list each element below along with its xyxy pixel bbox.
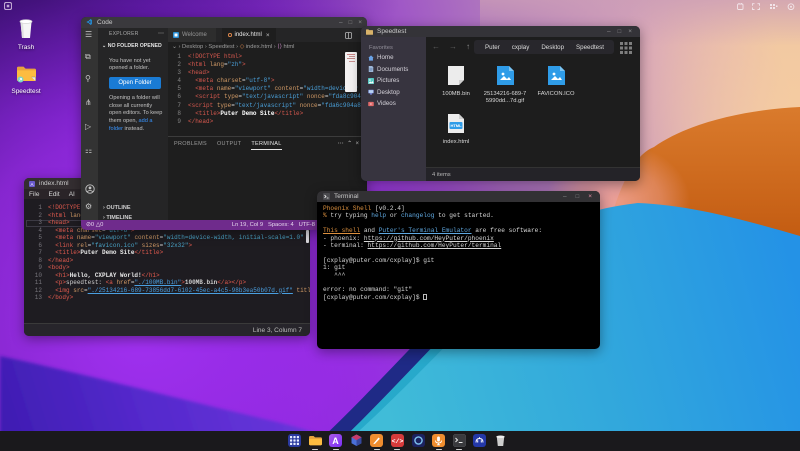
svg-text:HTML: HTML — [450, 123, 462, 128]
svg-text:</>: </> — [392, 438, 404, 445]
svg-text:A: A — [30, 181, 33, 186]
svg-text:A: A — [332, 436, 339, 446]
